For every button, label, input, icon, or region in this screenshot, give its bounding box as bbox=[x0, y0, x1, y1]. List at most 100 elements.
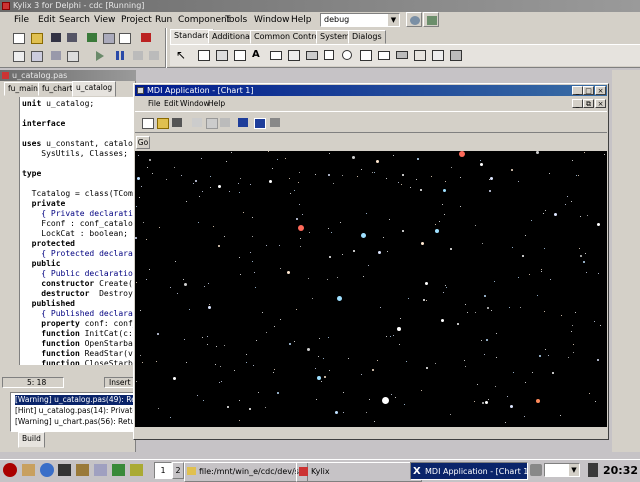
message-item[interactable]: [Warning] u_catalog.pas(49): Return valu… bbox=[15, 395, 135, 405]
trace-into-button[interactable] bbox=[130, 48, 146, 63]
editor-icon[interactable] bbox=[76, 464, 89, 476]
mdi-menu-edit[interactable]: Edit bbox=[164, 99, 179, 108]
ide-titlebar[interactable]: Kylix 3 for Delphi - cdc [Running] bbox=[0, 0, 640, 12]
tab-additional[interactable]: Additional bbox=[208, 30, 257, 44]
browser-icon[interactable] bbox=[40, 463, 54, 477]
listbox-component-icon[interactable] bbox=[360, 50, 372, 61]
code-area[interactable]: unit u_catalog; interface uses u_constant,… bbox=[20, 97, 136, 365]
trace-into-icon bbox=[133, 51, 143, 60]
mdi-paste-button[interactable] bbox=[217, 115, 233, 130]
child-close-button[interactable]: × bbox=[595, 99, 606, 108]
menu-tools[interactable]: Tools bbox=[225, 15, 247, 25]
settings-icon[interactable] bbox=[112, 464, 125, 476]
pointer-tool-icon[interactable]: ↖ bbox=[176, 49, 186, 61]
tab-dialogs[interactable]: Dialogs bbox=[348, 30, 386, 44]
chevron-down-icon[interactable]: ▼ bbox=[569, 464, 579, 476]
message-item[interactable]: [Hint] u_catalog.pas(14): Private symbol… bbox=[15, 406, 135, 416]
folder-icon bbox=[187, 467, 196, 475]
toggle-form-unit-button[interactable] bbox=[48, 48, 64, 63]
star bbox=[329, 153, 330, 154]
save-button[interactable] bbox=[48, 30, 64, 45]
close-button[interactable]: × bbox=[595, 86, 606, 95]
child-restore-button[interactable]: ⧉ bbox=[583, 99, 594, 108]
edit-component-icon[interactable] bbox=[270, 51, 282, 60]
tray-app-icon[interactable] bbox=[530, 464, 542, 476]
step-over-button[interactable] bbox=[146, 48, 162, 63]
menu-component[interactable]: Component bbox=[178, 15, 230, 25]
menu-run[interactable]: Run bbox=[155, 15, 172, 25]
taskbar-mdi-app[interactable]: X MDI Application - [Chart 1] bbox=[410, 462, 528, 480]
minimize-button[interactable]: _ bbox=[572, 86, 583, 95]
mainmenu-component-icon[interactable] bbox=[216, 50, 228, 61]
radiogroup-component-icon[interactable] bbox=[432, 50, 444, 61]
desktop-1-button[interactable]: 1 bbox=[154, 462, 172, 479]
mdi-open-button[interactable] bbox=[154, 115, 170, 130]
mdi-cascade-button[interactable] bbox=[235, 115, 251, 130]
star bbox=[280, 268, 281, 269]
tray-combo[interactable]: ▼ bbox=[544, 463, 580, 477]
mdi-tile-button[interactable] bbox=[251, 115, 267, 130]
kde-menu-icon[interactable] bbox=[3, 463, 17, 477]
go-button[interactable]: Go bbox=[136, 136, 150, 149]
mdi-menu-file[interactable]: File bbox=[148, 99, 161, 108]
view-unit-button[interactable] bbox=[10, 48, 26, 63]
taskbar-kylix[interactable]: Kylix bbox=[296, 462, 422, 482]
mdi-save-button[interactable] bbox=[169, 115, 185, 130]
editor-titlebar[interactable]: u_catalog.pas bbox=[0, 70, 136, 81]
tab-build[interactable]: Build bbox=[18, 432, 45, 448]
menu-search[interactable]: Search bbox=[59, 15, 90, 25]
pause-button[interactable] bbox=[112, 48, 128, 63]
config-save-button[interactable] bbox=[423, 12, 439, 27]
menu-file[interactable]: File bbox=[14, 15, 29, 25]
menu-edit[interactable]: Edit bbox=[38, 15, 55, 25]
message-item[interactable]: [Warning] u_chart.pas(56): Return value bbox=[15, 417, 135, 427]
folder-open-icon bbox=[157, 118, 169, 129]
maximize-button[interactable]: □ bbox=[583, 86, 594, 95]
popupmenu-component-icon[interactable] bbox=[234, 50, 246, 61]
run-button[interactable] bbox=[92, 48, 108, 63]
tab-fu-main[interactable]: fu_main bbox=[4, 82, 42, 96]
palette-divider bbox=[165, 28, 167, 68]
menu-help[interactable]: Help bbox=[291, 15, 312, 25]
open-project-button[interactable] bbox=[84, 30, 100, 45]
label-component-icon[interactable]: A bbox=[252, 49, 260, 60]
new-button[interactable] bbox=[10, 30, 26, 45]
chart-canvas[interactable] bbox=[135, 151, 607, 427]
mdi-new-button[interactable] bbox=[139, 115, 155, 130]
taskbar-filemanager[interactable]: file:/mnt/win_e/cdc/dev/sk bbox=[184, 462, 308, 482]
checkbox-component-icon[interactable] bbox=[324, 50, 334, 60]
mail-icon[interactable] bbox=[94, 464, 107, 476]
new-form-button[interactable] bbox=[64, 48, 80, 63]
radiobutton-component-icon[interactable] bbox=[342, 50, 352, 60]
tab-fu-chart[interactable]: fu_chart bbox=[38, 82, 77, 96]
terminal-icon[interactable] bbox=[58, 464, 71, 476]
combobox-component-icon[interactable] bbox=[378, 51, 390, 60]
desktop-2-button[interactable]: 2 bbox=[172, 462, 184, 479]
help-button[interactable] bbox=[138, 30, 154, 45]
config-combo[interactable]: debug ▼ bbox=[320, 13, 400, 27]
menu-project[interactable]: Project bbox=[121, 15, 152, 25]
open-button[interactable] bbox=[28, 30, 44, 45]
config-settings-button[interactable] bbox=[406, 12, 422, 27]
mdi-arrange-button[interactable] bbox=[267, 115, 283, 130]
remove-file-button[interactable] bbox=[116, 30, 132, 45]
mdi-titlebar[interactable]: MDI Application - [Chart 1] _ □ × bbox=[135, 85, 607, 96]
chevron-down-icon[interactable]: ▼ bbox=[388, 14, 399, 26]
memo-component-icon[interactable] bbox=[288, 50, 300, 61]
scrollbar-component-icon[interactable] bbox=[396, 51, 408, 59]
menu-window[interactable]: Window bbox=[254, 15, 290, 25]
child-minimize-button[interactable]: _ bbox=[572, 99, 583, 108]
menu-view[interactable]: View bbox=[94, 15, 115, 25]
mdi-menu-window[interactable]: Window bbox=[180, 99, 210, 108]
save-all-button[interactable] bbox=[64, 30, 80, 45]
mdi-menu-help[interactable]: Help bbox=[208, 99, 225, 108]
add-file-button[interactable] bbox=[100, 30, 116, 45]
tab-u-catalog[interactable]: u_catalog bbox=[72, 81, 117, 97]
view-form-button[interactable] bbox=[28, 48, 44, 63]
help-icon[interactable] bbox=[130, 464, 143, 476]
panel-component-icon[interactable] bbox=[450, 50, 462, 61]
frame-component-icon[interactable] bbox=[198, 50, 210, 61]
home-icon[interactable] bbox=[22, 464, 35, 476]
groupbox-component-icon[interactable] bbox=[414, 50, 426, 61]
button-component-icon[interactable] bbox=[306, 51, 318, 60]
